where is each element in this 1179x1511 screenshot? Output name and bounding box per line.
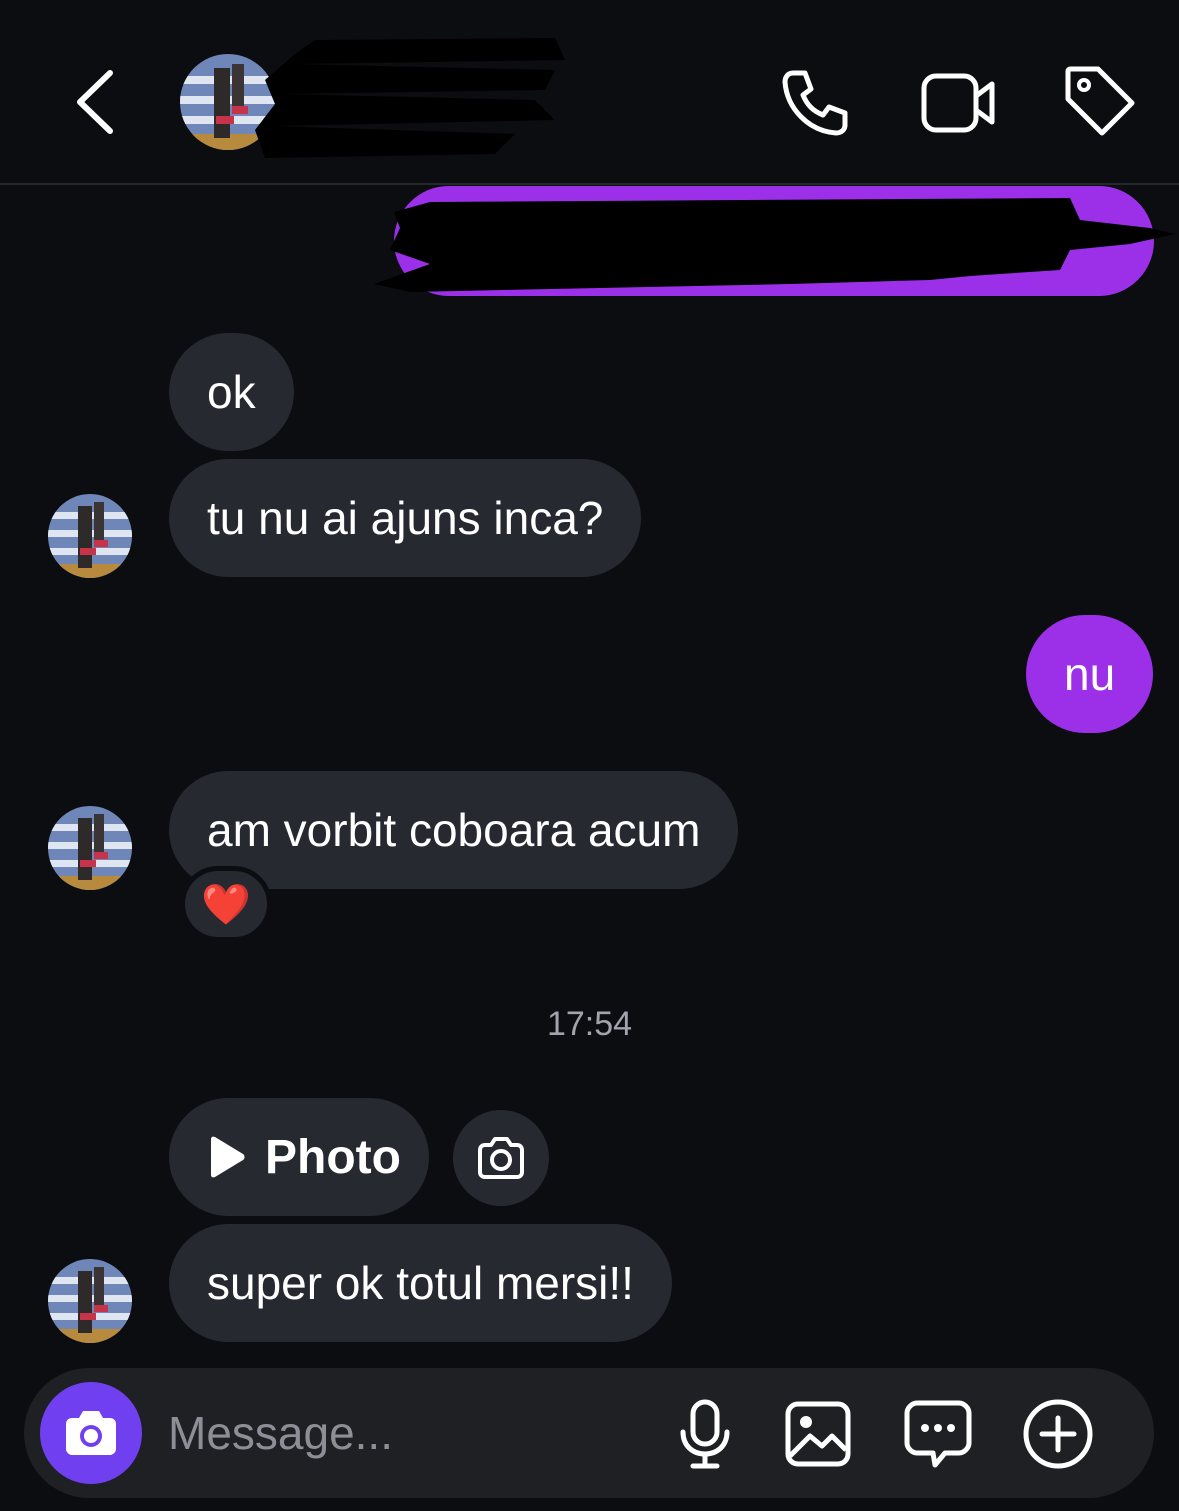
message-bubble-incoming[interactable]: tu nu ai ajuns inca? (169, 459, 642, 577)
reply-camera-button[interactable] (453, 1110, 549, 1206)
message-bubble-incoming[interactable]: ok (169, 333, 294, 451)
camera-icon (478, 1137, 524, 1179)
video-call-button[interactable] (912, 60, 1007, 145)
sender-avatar[interactable] (48, 494, 132, 578)
phone-icon (782, 70, 848, 135)
message-composer (24, 1368, 1154, 1498)
chat-screen: ok tu nu ai ajuns inca? nu am vorbit cob… (0, 0, 1179, 1511)
video-camera-icon (921, 73, 994, 132)
message-bubble-incoming[interactable]: super ok totul mersi!! (169, 1224, 672, 1342)
back-button[interactable] (60, 62, 130, 142)
image-icon (785, 1401, 851, 1467)
message-input[interactable] (168, 1398, 638, 1468)
chevron-left-icon (77, 70, 113, 134)
sender-avatar[interactable] (48, 806, 132, 890)
play-icon (211, 1136, 245, 1178)
gallery-button[interactable] (782, 1398, 854, 1470)
chat-header (0, 0, 1179, 185)
plus-circle-icon (1023, 1399, 1093, 1469)
heart-reaction[interactable]: ❤️ (180, 866, 272, 942)
microphone-icon (680, 1399, 730, 1469)
tag-button[interactable] (1055, 58, 1145, 143)
redacted-contact-name (255, 38, 565, 158)
call-button[interactable] (770, 60, 860, 145)
message-bubble-outgoing[interactable]: nu (1026, 615, 1154, 733)
camera-icon (66, 1411, 116, 1455)
sender-avatar[interactable] (48, 1259, 132, 1343)
camera-button[interactable] (40, 1382, 142, 1484)
sticker-button[interactable] (902, 1396, 974, 1472)
sent-message-redacted (374, 186, 1175, 296)
tag-icon (1065, 66, 1135, 135)
heart-icon: ❤️ (201, 882, 251, 927)
chat-bubble-dots-icon (904, 1400, 972, 1468)
photo-label: Photo (265, 1130, 401, 1184)
voice-message-button[interactable] (674, 1396, 736, 1472)
add-button[interactable] (1020, 1396, 1096, 1472)
message-timestamp: 17:54 (546, 1005, 633, 1043)
photo-message[interactable]: Photo (169, 1098, 429, 1216)
